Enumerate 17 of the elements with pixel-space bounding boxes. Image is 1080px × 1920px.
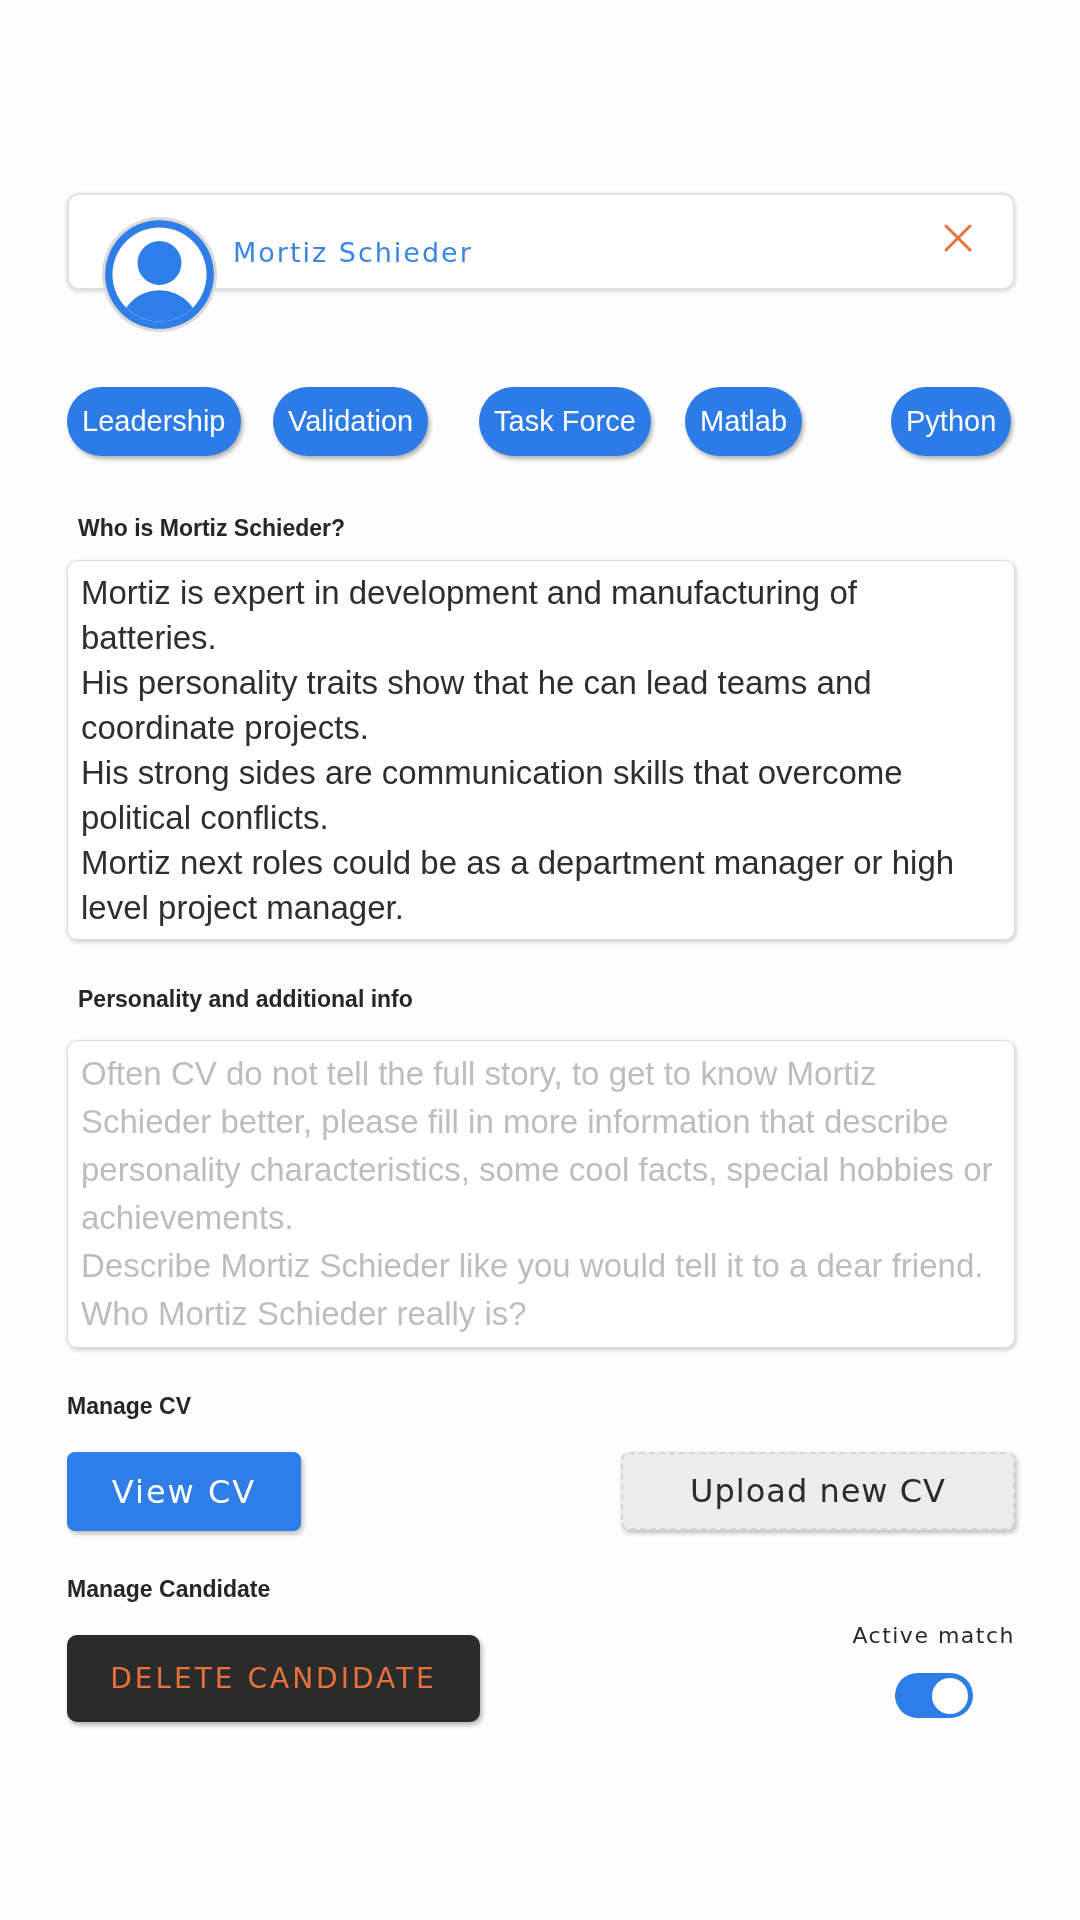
section-label: Personality and additional info [78, 985, 414, 1013]
candidate-name: Mortiz Schieder [233, 237, 473, 269]
skill-tag[interactable]: Leadership [67, 387, 241, 456]
skill-tag[interactable]: Python [891, 387, 1012, 456]
toggle-switch[interactable] [894, 1673, 973, 1718]
view-cv-button[interactable]: View CV [67, 1452, 301, 1531]
delete-candidate-button[interactable]: DELETE CANDIDATE [67, 1635, 480, 1722]
summary-field[interactable]: Mortiz is expert in development and manufacturing of batteries. His personality traits show that he can lead teams and coordinate projects. His strong sides are communication skills that overcome political conflicts. Mortiz next roles could be as a department manager or high level project manager. [67, 560, 1015, 940]
section-label: Manage Candidate [67, 1575, 272, 1603]
section-label: Manage CV [67, 1392, 192, 1420]
section-label: Who is Mortiz Schieder? [78, 514, 347, 542]
skill-tag[interactable]: Validation [273, 387, 429, 456]
upload-cv-button[interactable]: Upload new CV [621, 1452, 1015, 1530]
skill-tag[interactable]: Matlab [685, 387, 803, 456]
active-match-label: Active match [852, 1623, 1015, 1649]
skill-tag[interactable]: Task Force [479, 387, 651, 456]
close-icon[interactable] [943, 223, 973, 253]
